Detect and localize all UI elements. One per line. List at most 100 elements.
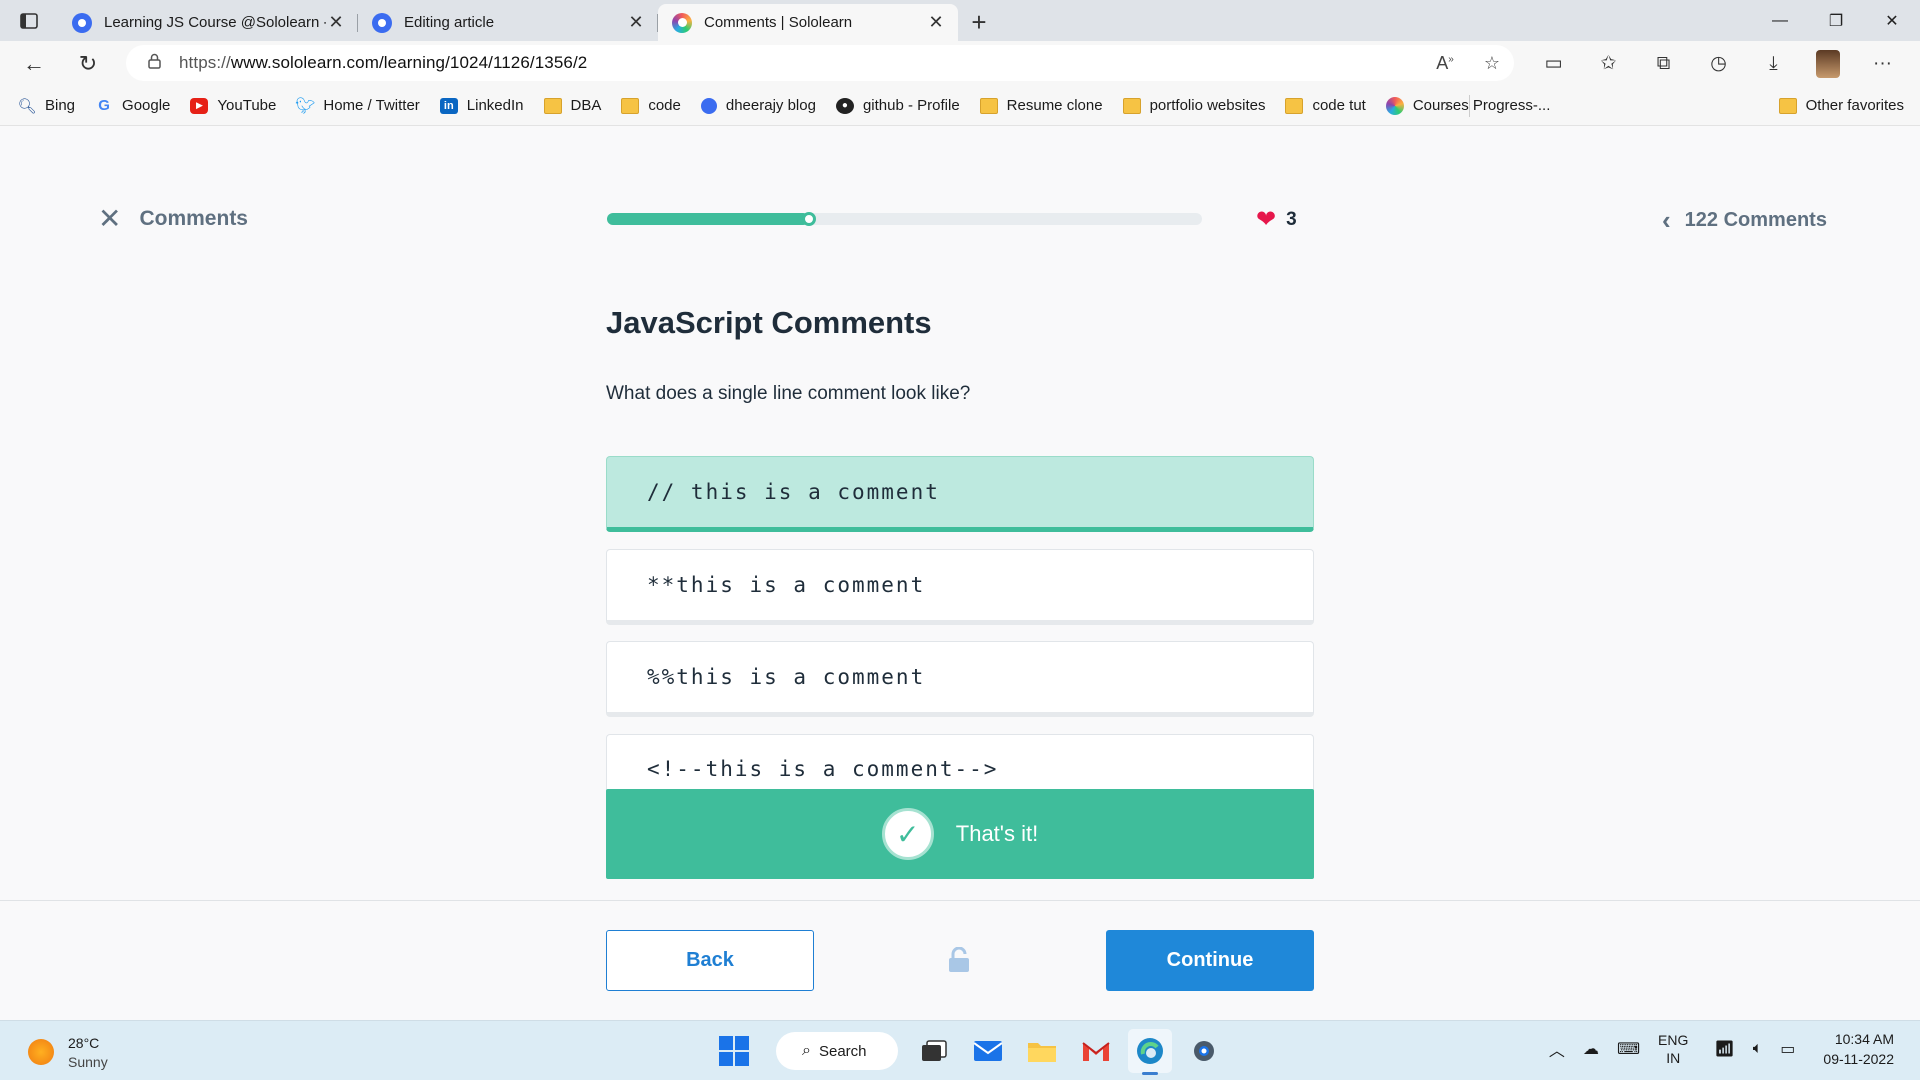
edge-browser-icon[interactable]	[1128, 1029, 1172, 1075]
progress-knob	[802, 212, 817, 226]
volume-icon[interactable]: 🔈︎	[1753, 1040, 1763, 1058]
sun-icon	[28, 1039, 54, 1065]
clock[interactable]: 10:34 AM 09-11-2022	[1823, 1029, 1894, 1069]
download-icon[interactable]: ⤓	[1746, 53, 1801, 75]
collections-icon[interactable]: ⧉	[1636, 53, 1691, 75]
url-text: https://www.sololearn.com/learning/1024/…	[179, 53, 587, 73]
progress-fill	[607, 213, 810, 225]
tab-title: Comments | Sololearn	[704, 14, 853, 31]
favorite-label: Home / Twitter	[323, 97, 420, 114]
chevron-up-icon[interactable]: ︿	[1549, 1037, 1565, 1061]
minimize-icon[interactable]: —	[1752, 0, 1808, 41]
github-icon: ●	[835, 97, 854, 114]
tab-learning-js[interactable]: Learning JS Course @Sololearn - ✕	[58, 4, 358, 41]
favorite-dheerajy-blog[interactable]: dheerajy blog	[700, 97, 816, 114]
workspaces-icon[interactable]	[0, 0, 58, 41]
comments-count-label: 122 Comments	[1684, 209, 1827, 231]
cloud-icon[interactable]: ☁	[1583, 1039, 1599, 1059]
taskbar-search[interactable]: ⌕ Search	[776, 1032, 898, 1070]
cast-icon[interactable]: ▭	[1526, 52, 1581, 75]
start-button[interactable]	[712, 1029, 756, 1073]
answer-option[interactable]: %%this is a comment	[606, 641, 1314, 717]
continue-button[interactable]: Continue	[1106, 930, 1314, 991]
lock-icon	[948, 946, 970, 973]
lesson-title: JavaScript Comments	[606, 305, 932, 340]
favorite-code-tut[interactable]: code tut	[1285, 97, 1366, 114]
language-indicator[interactable]: ENG IN	[1658, 1031, 1688, 1067]
mail-icon[interactable]	[966, 1029, 1010, 1073]
answer-option-text: // this is a comment	[647, 480, 940, 504]
windows-icon	[719, 1036, 749, 1066]
search-icon: ⌕	[802, 1042, 811, 1059]
favorite-label: code	[648, 97, 681, 114]
task-view-icon[interactable]	[912, 1029, 956, 1073]
wifi-icon[interactable]: 📶︎	[1714, 1039, 1734, 1059]
answer-option[interactable]: // this is a comment	[606, 456, 1314, 532]
folder-icon	[621, 97, 640, 114]
taskbar: 28°C Sunny ⌕ Search ︿ ☁ ⌨ ENG IN 📶︎ 🔈︎ ▭…	[0, 1020, 1920, 1080]
favorite-label: portfolio websites	[1149, 97, 1266, 114]
chevron-right-icon[interactable]: ›	[1444, 95, 1450, 116]
navigation-bar: ← ↻ https://www.sololearn.com/learning/1…	[0, 41, 1920, 86]
question-text: What does a single line comment look lik…	[606, 383, 971, 404]
folder-icon	[543, 97, 562, 114]
profile-avatar[interactable]	[1816, 49, 1840, 78]
tab-comments-sololearn[interactable]: Comments | Sololearn ✕	[658, 4, 958, 41]
close-window-icon[interactable]: ✕	[1864, 0, 1920, 41]
favorite-dba[interactable]: DBA	[543, 97, 601, 114]
back-button[interactable]: Back	[606, 930, 814, 991]
window-controls: — ❐ ✕	[1752, 0, 1920, 41]
tab-title: Learning JS Course @Sololearn -	[104, 14, 326, 31]
file-explorer-icon[interactable]	[1020, 1029, 1064, 1073]
refresh-icon[interactable]: ↻	[66, 46, 110, 82]
address-bar[interactable]: https://www.sololearn.com/learning/1024/…	[126, 45, 1514, 81]
favorites-icon[interactable]: ✩	[1581, 52, 1636, 75]
comments-link[interactable]: ‹ 122 Comments	[1662, 205, 1827, 236]
add-favorite-icon[interactable]: ☆	[1484, 53, 1500, 74]
answer-option[interactable]: **this is a comment	[606, 549, 1314, 625]
close-icon[interactable]: ✕	[326, 12, 346, 33]
favorite-other-favorites[interactable]: Other favorites	[1778, 97, 1904, 114]
favorite-resume-clone[interactable]: Resume clone	[979, 97, 1103, 114]
battery-icon[interactable]: ▭	[1780, 1039, 1795, 1059]
settings-gear-icon[interactable]	[1182, 1029, 1226, 1073]
answer-option[interactable]: <!--this is a comment-->	[606, 734, 1314, 794]
weather-widget[interactable]: 28°C Sunny	[28, 1033, 108, 1071]
lock-icon[interactable]	[148, 53, 161, 73]
clock-date: 09-11-2022	[1823, 1051, 1894, 1067]
close-comments-label: Comments	[139, 207, 248, 230]
close-comments-button[interactable]: ✕ Comments	[98, 205, 248, 233]
hearts-counter: ❤ 3	[1256, 205, 1297, 234]
favorite-bing[interactable]: 🔍︎ Bing	[17, 97, 76, 115]
close-icon[interactable]: ✕	[626, 12, 646, 33]
favorite-github[interactable]: ● github - Profile	[835, 97, 960, 114]
chevron-left-icon: ‹	[1662, 205, 1671, 235]
favorite-portfolio-websites[interactable]: portfolio websites	[1122, 97, 1266, 114]
answer-option-text: **this is a comment	[647, 573, 926, 597]
new-tab-button[interactable]: +	[958, 4, 1000, 41]
favorite-youtube[interactable]: ▶ YouTube	[190, 97, 276, 114]
blue-circle-icon	[700, 97, 717, 114]
restore-icon[interactable]: ❐	[1808, 0, 1864, 41]
weather-condition: Sunny	[68, 1054, 108, 1070]
keyboard-icon[interactable]: ⌨	[1617, 1039, 1640, 1059]
back-arrow-icon[interactable]: ←	[12, 46, 56, 82]
taskbar-apps: ⌕ Search	[712, 1029, 1236, 1075]
divider	[1469, 94, 1470, 117]
tab-title: Editing article	[404, 14, 495, 31]
favorite-label: Resume clone	[1006, 97, 1103, 114]
read-aloud-icon[interactable]: A»	[1436, 53, 1454, 74]
favorite-google[interactable]: G Google	[95, 97, 170, 114]
favorite-label: Google	[122, 97, 171, 114]
more-menu-icon[interactable]: ···	[1855, 53, 1910, 75]
system-tray: ︿ ☁ ⌨ ENG IN 📶︎ 🔈︎ ▭ 10:34 AM 09-11-2022	[1549, 1029, 1894, 1069]
favorite-code[interactable]: code	[621, 97, 681, 114]
favorite-twitter[interactable]: 🐦︎ Home / Twitter	[295, 97, 420, 115]
favorite-label: Bing	[45, 97, 76, 114]
sololearn-icon	[1385, 96, 1404, 115]
favorite-linkedin[interactable]: in LinkedIn	[439, 97, 524, 114]
close-icon[interactable]: ✕	[926, 12, 946, 33]
gmail-icon[interactable]	[1074, 1029, 1118, 1073]
tab-editing-article[interactable]: Editing article ✕	[358, 4, 658, 41]
history-icon[interactable]: ◷	[1691, 52, 1746, 75]
